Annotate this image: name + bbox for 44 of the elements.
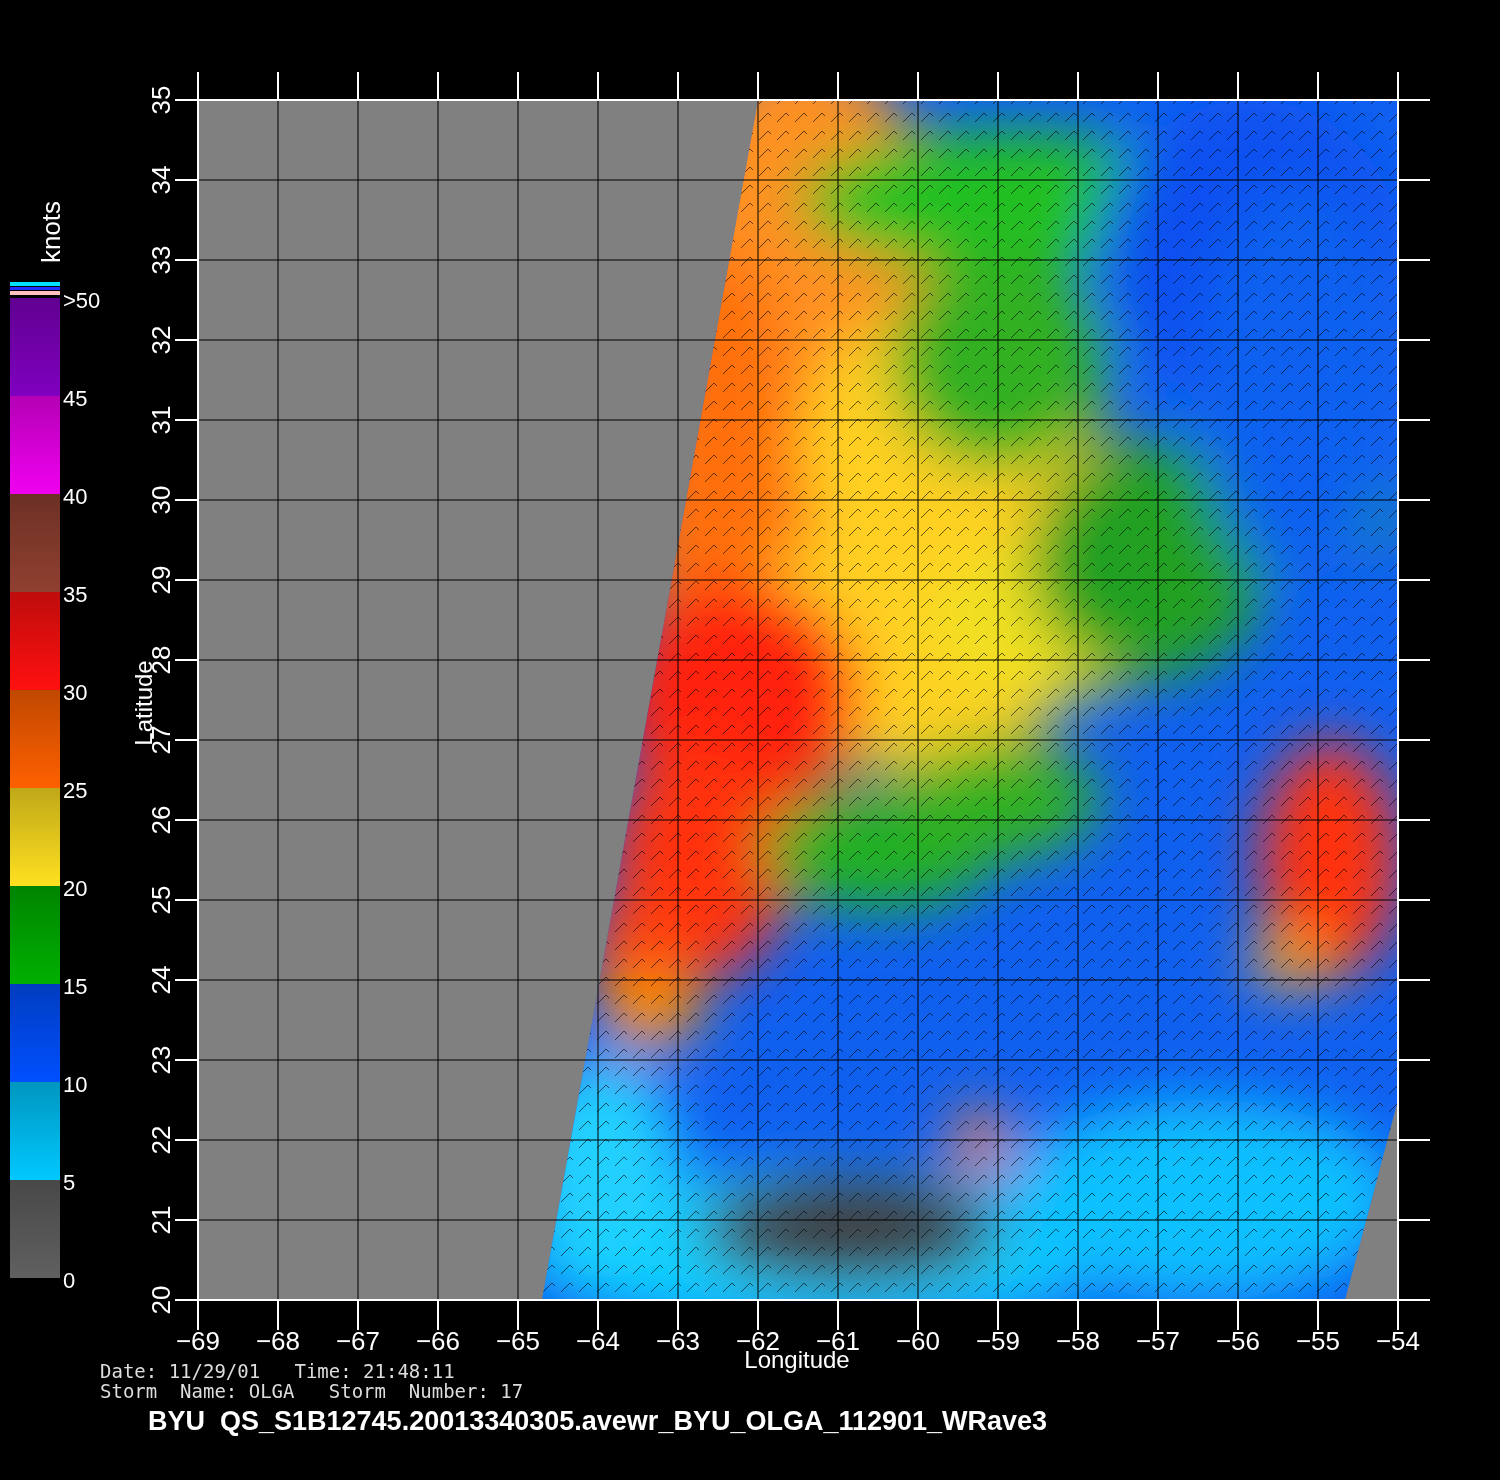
latitude-tick-label: 24 — [146, 965, 176, 995]
date-time-text: Date: 11/29/01 Time: 21:48:11 — [100, 1360, 455, 1382]
colorbar-top-stripes — [10, 282, 60, 295]
latitude-tick-label: 25 — [146, 885, 176, 915]
latitude-tick-label: 21 — [146, 1205, 176, 1235]
longitude-tick-label: −68 — [255, 1326, 301, 1356]
colorbar-label: 40 — [63, 484, 88, 509]
longitude-tick-label: −63 — [655, 1326, 701, 1356]
longitude-tick-label: −65 — [495, 1326, 541, 1356]
longitude-tick-label: −67 — [335, 1326, 381, 1356]
latitude-tick-label: 33 — [146, 245, 176, 275]
longitude-tick-label: −55 — [1295, 1326, 1341, 1356]
colorbar-label: 35 — [63, 582, 88, 607]
colorbar-label: 45 — [63, 386, 88, 411]
latitude-tick-label: 35 — [146, 85, 176, 115]
latitude-tick-label: 30 — [146, 485, 176, 515]
latitude-tick-label: 32 — [146, 325, 176, 355]
colorbar-label: 20 — [63, 876, 88, 901]
storm-info-text: Storm Name: OLGA Storm Number: 17 — [100, 1380, 524, 1402]
image-title: BYU QS_S1B12745.20013340305.avewr_BYU_OLGA_112901_WRave3 — [148, 1406, 1048, 1436]
longitude-tick-label: −56 — [1215, 1326, 1261, 1356]
colorbar-unit: knots — [36, 200, 66, 264]
latitude-tick-label: 29 — [146, 565, 176, 595]
longitude-tick-label: −64 — [575, 1326, 621, 1356]
latitude-tick-label: 20 — [146, 1285, 176, 1315]
longitude-tick-label: −57 — [1135, 1326, 1181, 1356]
colorbar-label: >50 — [63, 288, 101, 313]
longitude-tick-label: −54 — [1375, 1326, 1421, 1356]
colorbar-label: 10 — [63, 1072, 88, 1097]
longitude-tick-label: −58 — [1055, 1326, 1101, 1356]
colorbar-label: 25 — [63, 778, 88, 803]
colorbar-label: 15 — [63, 974, 88, 999]
latitude-tick-label: 23 — [146, 1045, 176, 1075]
longitude-tick-label: −60 — [895, 1326, 941, 1356]
latitude-tick-label: 34 — [146, 165, 176, 195]
latitude-tick-label: 31 — [146, 405, 176, 435]
colorbar-label: 5 — [63, 1170, 76, 1195]
colorbar-label: 30 — [63, 680, 88, 705]
latitude-tick-label: 22 — [146, 1125, 176, 1155]
longitude-tick-label: −59 — [975, 1326, 1021, 1356]
longitude-tick-label: −69 — [175, 1326, 221, 1356]
latitude-tick-label: 26 — [146, 805, 176, 835]
colorbar-label: 0 — [63, 1268, 76, 1293]
longitude-tick-label: −66 — [415, 1326, 461, 1356]
